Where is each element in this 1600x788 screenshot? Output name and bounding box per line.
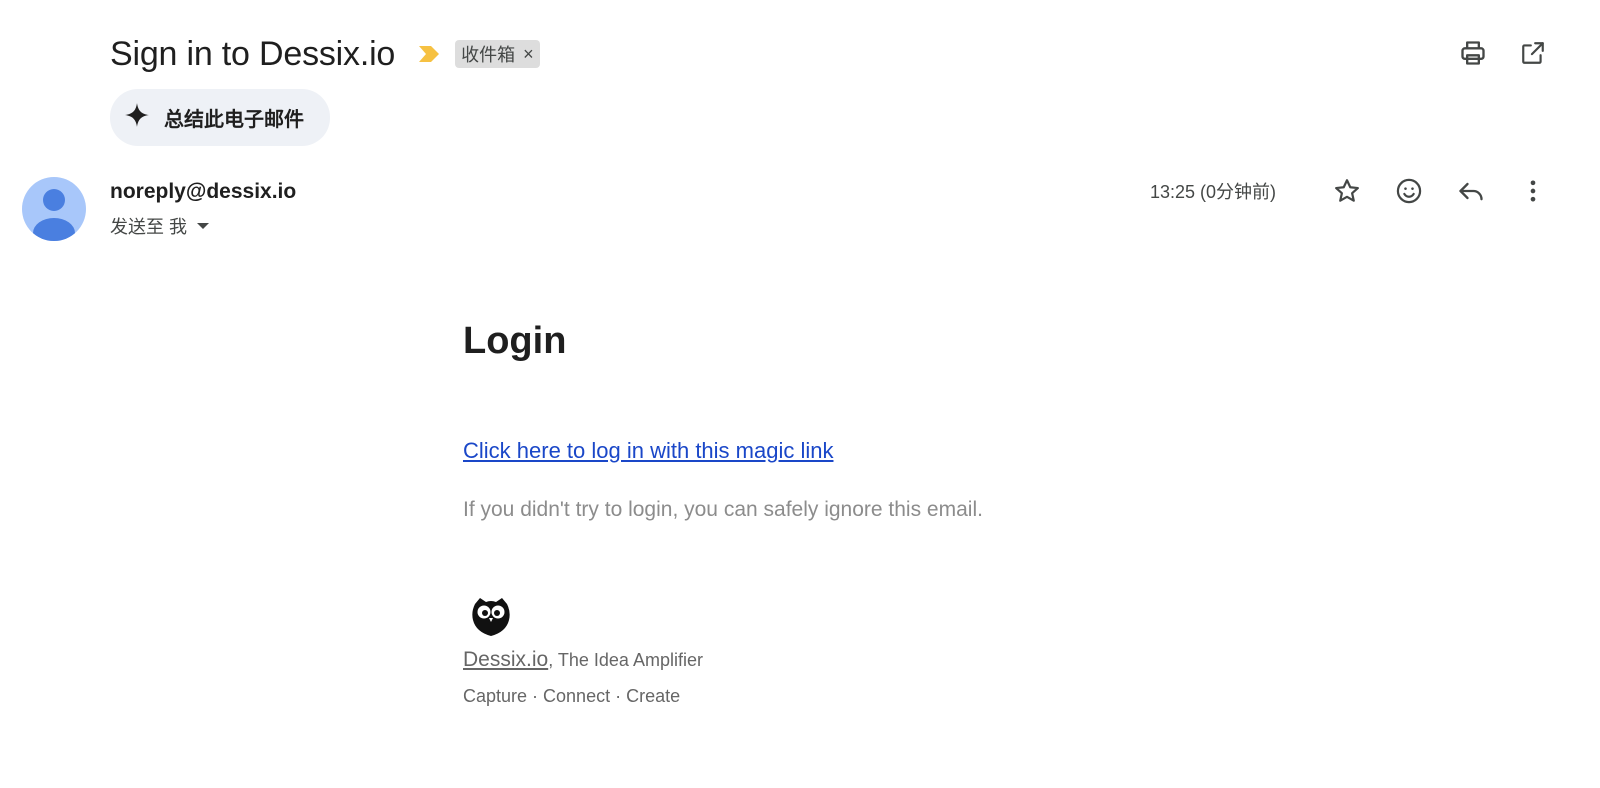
footer-tagline: Capture · Connect · Create (463, 686, 681, 706)
brand-line: Dessix.io, The Idea Amplifier (463, 648, 703, 672)
recipient-details-caret-icon[interactable] (197, 223, 210, 229)
login-heading: Login (463, 320, 567, 362)
sender-avatar[interactable] (22, 177, 86, 241)
owl-logo (469, 594, 513, 638)
summarize-label: 总结此电子邮件 (164, 109, 304, 131)
inbox-label-chip: 收件箱 × (455, 40, 540, 68)
summarize-email-button[interactable]: 总结此电子邮件 (110, 89, 330, 146)
dessix-link[interactable]: Dessix.io (463, 648, 548, 671)
person-icon (33, 189, 75, 241)
recipient-line: 发送至 我 (110, 213, 210, 239)
timestamp: 13:25 (0分钟前) (1149, 182, 1276, 202)
ignore-note: If you didn't try to login, you can safe… (463, 498, 983, 521)
remove-label-icon[interactable]: × (523, 45, 534, 63)
reply-icon[interactable] (1456, 176, 1486, 206)
email-body: Login Click here to log in with this mag… (463, 320, 1163, 706)
open-in-new-window-icon[interactable] (1518, 38, 1548, 68)
more-vert-icon[interactable] (1518, 176, 1548, 206)
sparkle-icon (124, 102, 150, 133)
inbox-label-text: 收件箱 (461, 45, 516, 65)
magic-login-link[interactable]: Click here to log in with this magic lin… (463, 438, 833, 464)
print-icon[interactable] (1458, 38, 1488, 68)
recipient-text: 发送至 我 (110, 217, 188, 237)
importance-marker-icon[interactable] (417, 44, 441, 64)
emoji-icon[interactable] (1394, 176, 1424, 206)
star-icon[interactable] (1332, 176, 1362, 206)
top-actions (1458, 38, 1548, 68)
message-meta: 13:25 (0分钟前) (1150, 176, 1548, 206)
sender-address[interactable]: noreply@dessix.io (110, 180, 296, 204)
email-subject: Sign in to Dessix.io (110, 34, 396, 73)
brand-tagline: , The Idea Amplifier (548, 650, 703, 670)
subject-row: Sign in to Dessix.io 收件箱 × (110, 32, 540, 76)
